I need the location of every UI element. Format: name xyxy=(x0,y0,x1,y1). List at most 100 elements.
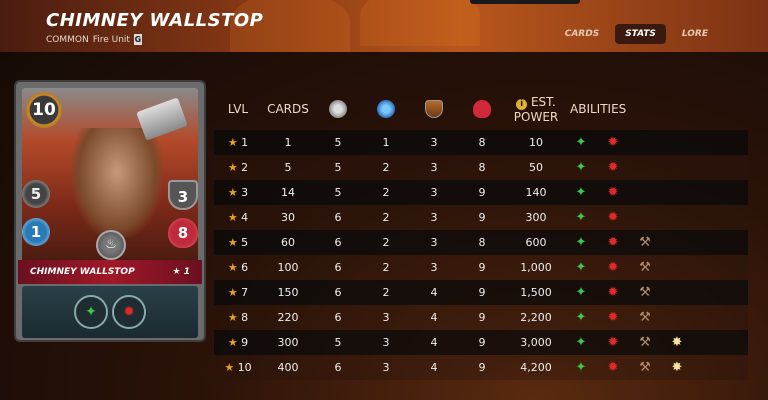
hammer-icon[interactable]: ⚒ xyxy=(636,259,654,277)
level-star-icon: ★ xyxy=(227,136,238,149)
cell-lvl: ★ 5 xyxy=(227,236,249,249)
cell-cards: 60 xyxy=(281,236,295,249)
cell-armor: 3 xyxy=(430,161,438,174)
header-lvl: LVL xyxy=(227,102,249,116)
green-claw-icon[interactable]: ✦ xyxy=(572,359,590,377)
red-rage-icon[interactable]: ✹ xyxy=(604,134,622,152)
hammer-icon[interactable]: ⚒ xyxy=(636,284,654,302)
cell-abilities: ✦ ✹ xyxy=(566,134,748,152)
element-type-label: Fire Unit xyxy=(92,34,130,45)
cell-armor: 3 xyxy=(430,211,438,224)
cell-armor: 3 xyxy=(430,186,438,199)
red-rage-icon[interactable]: ✹ xyxy=(112,295,146,329)
table-row: ★ 4 30 6 2 3 9 300 ✦ ✹ xyxy=(214,205,748,230)
cell-speed: 2 xyxy=(382,211,390,224)
green-claw-icon[interactable]: ✦ xyxy=(572,209,590,227)
header-armor xyxy=(410,100,458,118)
green-claw-icon[interactable]: ✦ xyxy=(572,284,590,302)
header-power: i EST. POWER xyxy=(506,95,566,124)
armor-stat: 3 xyxy=(168,180,198,210)
cell-lvl: ★ 7 xyxy=(227,286,249,299)
tab-cards[interactable]: CARDS xyxy=(555,24,609,44)
tab-stats[interactable]: STATS xyxy=(615,24,666,44)
card-level: ★ 1 xyxy=(172,267,190,277)
cell-power: 2,200 xyxy=(520,311,552,324)
green-claw-icon[interactable]: ✦ xyxy=(572,309,590,327)
green-claw-icon[interactable]: ✦ xyxy=(572,134,590,152)
cell-melee: 6 xyxy=(334,311,342,324)
hammer-icon[interactable]: ⚒ xyxy=(636,309,654,327)
table-row: ★ 8 220 6 3 4 9 2,200 ✦ ✹ ⚒ xyxy=(214,305,748,330)
green-claw-icon[interactable]: ✦ xyxy=(74,295,108,329)
cell-melee: 6 xyxy=(334,286,342,299)
cell-abilities: ✦ ✹ ⚒ ✸ xyxy=(566,359,748,377)
table-row: ★ 10 400 6 3 4 9 4,200 ✦ ✹ ⚒ ✸ xyxy=(214,355,748,380)
cell-abilities: ✦ ✹ ⚒ xyxy=(566,234,748,252)
armor-icon xyxy=(425,100,443,118)
cell-melee: 6 xyxy=(334,236,342,249)
cell-power: 10 xyxy=(529,136,543,149)
table-row: ★ 2 5 5 2 3 8 50 ✦ ✹ xyxy=(214,155,748,180)
gold-burst-icon[interactable]: ✸ xyxy=(668,359,686,377)
tab-lore[interactable]: LORE xyxy=(672,24,718,44)
cell-armor: 3 xyxy=(430,261,438,274)
green-claw-icon[interactable]: ✦ xyxy=(572,334,590,352)
cell-health: 8 xyxy=(478,236,486,249)
red-rage-icon[interactable]: ✹ xyxy=(604,359,622,377)
level-star-icon: ★ xyxy=(227,236,238,249)
red-rage-icon[interactable]: ✹ xyxy=(604,184,622,202)
green-claw-icon[interactable]: ✦ xyxy=(572,259,590,277)
hero-portrait xyxy=(72,128,162,238)
cell-health: 9 xyxy=(478,361,486,374)
cell-health: 9 xyxy=(478,261,486,274)
cell-health: 9 xyxy=(478,311,486,324)
green-claw-icon[interactable]: ✦ xyxy=(572,159,590,177)
green-claw-icon[interactable]: ✦ xyxy=(572,184,590,202)
cell-cards: 1 xyxy=(284,136,292,149)
hammer-icon[interactable]: ⚒ xyxy=(636,334,654,352)
mana-cost: 10 xyxy=(26,92,62,128)
info-icon[interactable]: i xyxy=(516,98,528,110)
cell-cards: 400 xyxy=(277,361,299,374)
tab-bar: CARDS STATS LORE xyxy=(555,24,718,44)
level-star-icon: ★ xyxy=(227,186,238,199)
cell-abilities: ✦ ✹ ⚒ xyxy=(566,259,748,277)
cell-armor: 4 xyxy=(430,361,438,374)
cell-abilities: ✦ ✹ ⚒ xyxy=(566,284,748,302)
cell-power: 1,500 xyxy=(520,286,552,299)
red-rage-icon[interactable]: ✹ xyxy=(604,159,622,177)
level-star-icon: ★ xyxy=(227,261,238,274)
red-rage-icon[interactable]: ✹ xyxy=(604,259,622,277)
cell-cards: 220 xyxy=(277,311,299,324)
fire-element-icon: ♨ xyxy=(96,230,126,260)
cell-power: 3,000 xyxy=(520,336,552,349)
hammer-icon[interactable]: ⚒ xyxy=(636,234,654,252)
red-rage-icon[interactable]: ✹ xyxy=(604,284,622,302)
red-rage-icon[interactable]: ✹ xyxy=(604,309,622,327)
cell-abilities: ✦ ✹ xyxy=(566,184,748,202)
cell-melee: 6 xyxy=(334,361,342,374)
cell-armor: 4 xyxy=(430,311,438,324)
red-rage-icon[interactable]: ✹ xyxy=(604,234,622,252)
gold-burst-icon[interactable]: ✸ xyxy=(668,334,686,352)
cell-health: 9 xyxy=(478,211,486,224)
level-star-icon: ★ xyxy=(224,361,235,374)
hammer-icon[interactable]: ⚒ xyxy=(636,359,654,377)
header-abilities: ABILITIES xyxy=(570,102,627,116)
header-cards: CARDS xyxy=(267,102,309,116)
cell-power: 600 xyxy=(525,236,547,249)
card-abilities: ✦ ✹ xyxy=(22,286,198,338)
red-rage-icon[interactable]: ✹ xyxy=(604,209,622,227)
cell-abilities: ✦ ✹ ⚒ xyxy=(566,309,748,327)
red-rage-icon[interactable]: ✹ xyxy=(604,334,622,352)
level-star-icon: ★ xyxy=(227,211,238,224)
header-power-line2: POWER xyxy=(513,109,559,124)
cell-melee: 5 xyxy=(334,161,342,174)
cell-melee: 5 xyxy=(334,186,342,199)
cell-melee: 6 xyxy=(334,261,342,274)
cell-lvl: ★ 4 xyxy=(227,211,249,224)
cell-speed: 2 xyxy=(382,286,390,299)
green-claw-icon[interactable]: ✦ xyxy=(572,234,590,252)
header-bar: CHIMNEY WALLSTOP COMMON Fire Unit G CARD… xyxy=(0,0,768,52)
card-image: 10 5 1 3 8 ♨ CHIMNEY WALLSTOP ★ 1 ✦ ✹ xyxy=(14,80,206,342)
